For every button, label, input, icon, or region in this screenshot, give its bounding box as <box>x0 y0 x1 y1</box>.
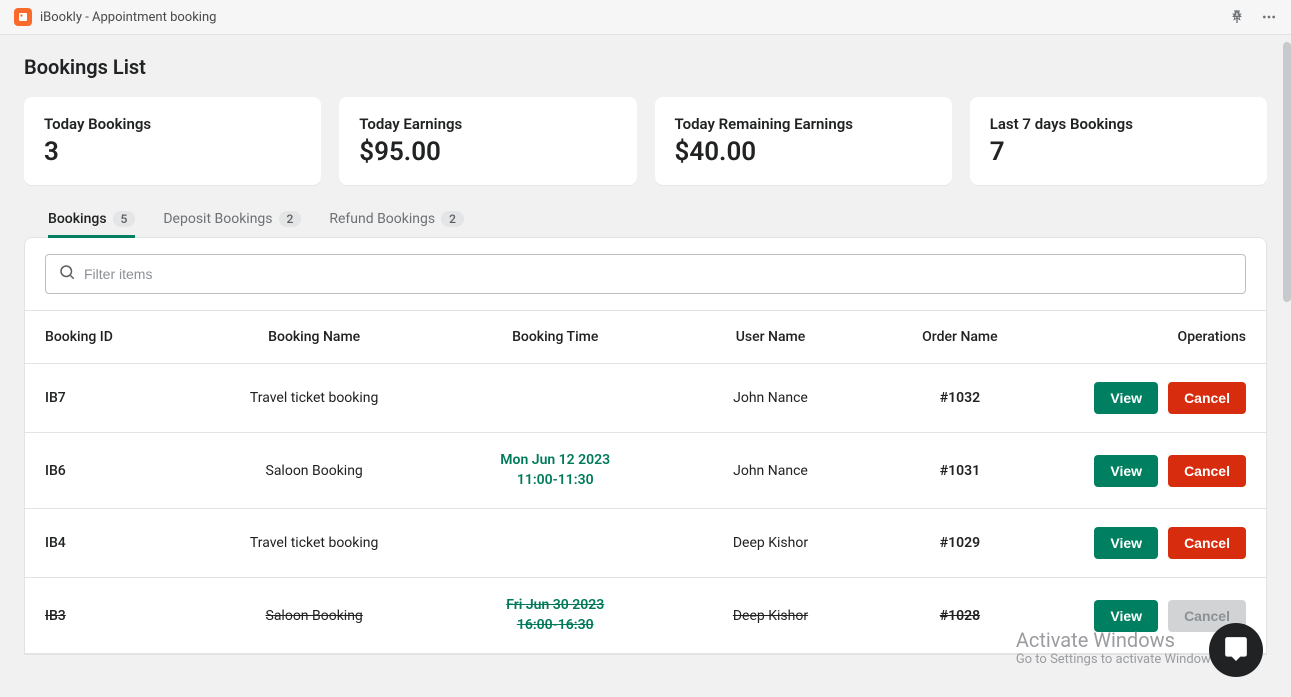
chat-icon <box>1223 635 1249 665</box>
card-label: Today Remaining Earnings <box>675 115 932 133</box>
tab-bookings[interactable]: Bookings 5 <box>48 203 135 238</box>
cell-operations: View Cancel <box>1046 600 1246 632</box>
cell-booking-id: IB4 <box>45 535 185 551</box>
bookings-panel: Booking ID Booking Name Booking Time Use… <box>24 237 1267 655</box>
view-button[interactable]: View <box>1094 455 1158 487</box>
tab-badge: 5 <box>113 211 136 227</box>
cell-order-name: #1032 <box>874 390 1046 406</box>
card-value: $40.00 <box>675 137 932 167</box>
card-value: 3 <box>44 137 301 167</box>
card-value: $95.00 <box>359 137 616 167</box>
cell-operations: View Cancel <box>1046 382 1246 414</box>
cell-booking-id: IB6 <box>45 463 185 479</box>
search-wrap <box>25 238 1266 310</box>
page-title: Bookings List <box>24 55 1267 79</box>
bookings-table: Booking ID Booking Name Booking Time Use… <box>25 310 1266 654</box>
card-today-earnings: Today Earnings $95.00 <box>339 97 636 185</box>
cell-booking-time: Mon Jun 12 2023 11:00-11:30 <box>443 451 667 490</box>
time-line1: Fri Jun 30 2023 <box>443 596 667 616</box>
cell-booking-name: Saloon Booking <box>185 463 443 479</box>
tab-label: Deposit Bookings <box>163 211 272 227</box>
view-button[interactable]: View <box>1094 382 1158 414</box>
th-booking-name: Booking Name <box>185 329 443 345</box>
stats-cards: Today Bookings 3 Today Earnings $95.00 T… <box>24 97 1267 185</box>
th-order-name: Order Name <box>874 329 1046 345</box>
card-value: 7 <box>990 137 1247 167</box>
search-box[interactable] <box>45 254 1246 294</box>
th-operations: Operations <box>1046 329 1246 345</box>
cell-booking-time: Fri Jun 30 2023 16:00-16:30 <box>443 596 667 635</box>
search-icon <box>58 263 76 285</box>
tab-label: Refund Bookings <box>329 211 435 227</box>
card-label: Today Bookings <box>44 115 301 133</box>
tab-badge: 2 <box>279 211 302 227</box>
time-line2: 16:00-16:30 <box>443 616 667 636</box>
th-booking-time: Booking Time <box>443 329 667 345</box>
card-remaining-earnings: Today Remaining Earnings $40.00 <box>655 97 952 185</box>
cell-operations: View Cancel <box>1046 527 1246 559</box>
table-head: Booking ID Booking Name Booking Time Use… <box>25 310 1266 364</box>
table-row: IB4 Travel ticket booking Deep Kishor #1… <box>25 509 1266 578</box>
scrollbar-thumb[interactable] <box>1283 42 1291 302</box>
card-label: Last 7 days Bookings <box>990 115 1247 133</box>
view-button[interactable]: View <box>1094 600 1158 632</box>
table-row: IB7 Travel ticket booking John Nance #10… <box>25 364 1266 433</box>
cancel-button[interactable]: Cancel <box>1168 527 1246 559</box>
titlebar-actions <box>1229 9 1277 25</box>
time-line2: 11:00-11:30 <box>443 471 667 491</box>
cell-operations: View Cancel <box>1046 455 1246 487</box>
cell-booking-name: Saloon Booking <box>185 608 443 624</box>
table-row: IB3 Saloon Booking Fri Jun 30 2023 16:00… <box>25 578 1266 654</box>
titlebar: iBookly - Appointment booking <box>0 0 1291 35</box>
table-row: IB6 Saloon Booking Mon Jun 12 2023 11:00… <box>25 433 1266 509</box>
view-button[interactable]: View <box>1094 527 1158 559</box>
cell-booking-name: Travel ticket booking <box>185 390 443 406</box>
tab-badge: 2 <box>441 211 464 227</box>
th-booking-id: Booking ID <box>45 329 185 345</box>
cell-order-name: #1028 <box>874 608 1046 624</box>
cell-booking-id: IB3 <box>45 608 185 624</box>
th-user-name: User Name <box>667 329 874 345</box>
search-input[interactable] <box>84 266 1233 282</box>
more-icon[interactable] <box>1261 9 1277 25</box>
scrollbar[interactable] <box>1283 42 1291 697</box>
time-line1: Mon Jun 12 2023 <box>443 451 667 471</box>
tab-label: Bookings <box>48 211 107 227</box>
cell-user-name: John Nance <box>667 390 874 406</box>
cell-user-name: Deep Kishor <box>667 608 874 624</box>
cancel-button[interactable]: Cancel <box>1168 455 1246 487</box>
cell-order-name: #1031 <box>874 463 1046 479</box>
cell-booking-id: IB7 <box>45 390 185 406</box>
tabs: Bookings 5 Deposit Bookings 2 Refund Boo… <box>24 203 1267 238</box>
app-title: iBookly - Appointment booking <box>40 10 216 25</box>
cell-order-name: #1029 <box>874 535 1046 551</box>
cell-user-name: Deep Kishor <box>667 535 874 551</box>
cancel-button[interactable]: Cancel <box>1168 382 1246 414</box>
tab-refund-bookings[interactable]: Refund Bookings 2 <box>329 203 464 238</box>
card-today-bookings: Today Bookings 3 <box>24 97 321 185</box>
cell-booking-name: Travel ticket booking <box>185 535 443 551</box>
app-icon <box>14 8 32 26</box>
pin-icon[interactable] <box>1229 9 1245 25</box>
tab-deposit-bookings[interactable]: Deposit Bookings 2 <box>163 203 301 238</box>
card-label: Today Earnings <box>359 115 616 133</box>
card-last-7-bookings: Last 7 days Bookings 7 <box>970 97 1267 185</box>
page-content: Bookings List Today Bookings 3 Today Ear… <box>0 35 1291 655</box>
cell-user-name: John Nance <box>667 463 874 479</box>
titlebar-left: iBookly - Appointment booking <box>14 8 216 26</box>
chat-bubble-button[interactable] <box>1209 623 1263 677</box>
